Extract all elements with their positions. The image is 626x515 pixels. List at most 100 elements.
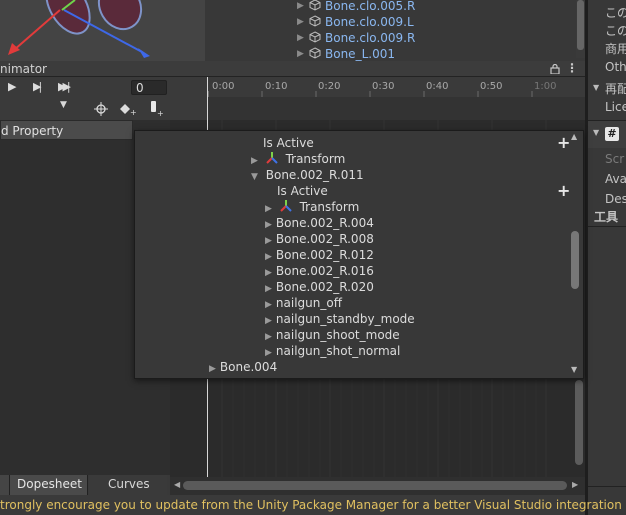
foldout-arrow-icon[interactable]: ▼ <box>593 128 599 137</box>
property-row[interactable]: ▶ Bone.004 <box>209 359 277 375</box>
timeline-ruler[interactable]: 0:00 0:10 0:20 0:30 0:40 0:50 1:00 <box>208 77 585 97</box>
last-key-button-icon[interactable]: ▶▶| <box>58 80 70 93</box>
hierarchy-item-label: Bone.clo.009.L <box>325 15 414 29</box>
property-row[interactable]: ▶ Bone.002_R.016 <box>265 263 374 279</box>
hscroll-thumb[interactable] <box>183 481 567 490</box>
property-label: Bone.004 <box>219 360 278 374</box>
hierarchy-item[interactable]: ▶ Bone_L.001 <box>205 46 585 62</box>
expand-arrow-icon[interactable]: ▶ <box>297 30 304 46</box>
hierarchy-item[interactable]: ▶ Bone.clo.009.L <box>205 14 585 30</box>
inspector-text: Oth <box>605 60 626 74</box>
hierarchy-item[interactable]: ▶ Bone.clo.005.R <box>205 0 585 14</box>
lock-icon[interactable] <box>550 64 560 74</box>
window-title: nimator <box>0 62 47 76</box>
property-label: nailgun_shoot_mode <box>275 328 400 342</box>
expand-arrow-icon[interactable]: ▶ <box>297 46 304 62</box>
frame-input[interactable]: 0 <box>131 80 167 95</box>
property-row[interactable]: Is Active <box>263 135 314 151</box>
property-row[interactable]: ▼ Bone.002_R.011 <box>251 167 364 183</box>
expand-arrow-icon[interactable]: ▶ <box>209 364 216 374</box>
hierarchy-item[interactable]: ▶ Bone.clo.009.R <box>205 30 585 46</box>
expand-arrow-icon[interactable]: ▶ <box>265 332 272 342</box>
gameobject-cube-icon <box>309 31 321 43</box>
property-label: Transform <box>285 152 346 166</box>
property-row[interactable]: ▶ nailgun_shoot_mode <box>265 327 400 343</box>
expand-arrow-icon[interactable]: ▶ <box>297 0 304 14</box>
inspector-text: この <box>605 6 626 20</box>
inspector-section-title: 工具 <box>594 210 619 224</box>
tab-edge <box>0 475 10 495</box>
property-label: Transform <box>299 200 360 214</box>
play-button-icon[interactable]: ▶ <box>8 80 16 93</box>
property-row[interactable]: ▶ Transform <box>265 199 359 215</box>
tab-curves[interactable]: Curves <box>89 475 167 495</box>
window-menu-icon[interactable]: ⋮ <box>566 61 578 76</box>
hierarchy-panel: ▶ Bone.clo.005.R ▶ Bone.clo.009.L ▶ Bone… <box>205 0 585 61</box>
scene-view[interactable] <box>0 0 205 61</box>
hierarchy-item-label: Bone_L.001 <box>325 47 395 61</box>
property-row[interactable]: ▶ Transform <box>251 151 345 167</box>
expand-arrow-icon[interactable]: ▶ <box>265 268 272 278</box>
popup-scrollbar[interactable]: ▲ ▼ <box>568 131 582 378</box>
scroll-down-icon[interactable]: ▼ <box>571 365 577 374</box>
add-property-label: d Property <box>1 124 64 138</box>
scroll-right-icon[interactable]: ▶ <box>572 480 578 489</box>
inspector-text: この <box>605 24 626 38</box>
popup-scroll-thumb[interactable] <box>571 231 579 289</box>
add-property-popup: Is Active + ▶ Transform ▼ Bone.002_R.011… <box>134 130 584 379</box>
keyframe-snap-icon[interactable] <box>94 102 108 116</box>
timeline-hscrollbar[interactable]: ◀ ▶ <box>170 477 585 495</box>
add-property-button[interactable]: d Property <box>0 120 133 140</box>
expand-arrow-icon[interactable]: ▶ <box>265 348 272 358</box>
expand-arrow-icon[interactable]: ▶ <box>297 14 304 30</box>
dopesheet-vscroll-thumb[interactable] <box>575 380 583 465</box>
inspector-panel: この この 商用 Oth ▼ 再配 Lice ▼ # Scr Ava Des 工… <box>585 0 626 515</box>
property-row[interactable]: ▶ nailgun_shot_normal <box>265 343 400 359</box>
add-keyframe-icon[interactable]: + <box>120 102 136 116</box>
expand-arrow-icon[interactable]: ▶ <box>265 316 272 326</box>
inspector-foldout-label[interactable]: 再配 <box>605 80 626 97</box>
event-lane[interactable] <box>208 97 585 120</box>
collapse-arrow-icon[interactable]: ▼ <box>251 172 258 182</box>
expand-arrow-icon[interactable]: ▶ <box>265 236 272 246</box>
expand-arrow-icon[interactable]: ▶ <box>265 300 272 310</box>
property-row[interactable]: ▶ Bone.002_R.008 <box>265 231 374 247</box>
hierarchy-item-label: Bone.clo.009.R <box>325 31 416 45</box>
property-label: Is Active <box>263 136 314 150</box>
inspector-text: Scr <box>605 152 625 166</box>
property-label: nailgun_shot_normal <box>275 344 401 358</box>
next-key-button-icon[interactable]: ▶| <box>33 80 42 93</box>
tab-dopesheet[interactable]: Dopesheet <box>10 475 88 495</box>
expand-arrow-icon[interactable]: ▶ <box>265 284 272 294</box>
animation-window-tab[interactable]: nimator ⋮ <box>0 61 585 77</box>
property-label: Bone.002_R.016 <box>275 264 374 278</box>
x-axis-arrow-icon <box>8 43 20 55</box>
expand-arrow-icon[interactable]: ▶ <box>265 252 272 262</box>
property-row[interactable]: ▶ nailgun_standby_mode <box>265 311 415 327</box>
foldout-arrow-icon[interactable]: ▼ <box>593 83 599 92</box>
add-event-icon[interactable]: + <box>148 100 164 117</box>
scroll-left-icon[interactable]: ◀ <box>174 480 180 489</box>
clip-dropdown[interactable]: ▼ <box>0 98 77 118</box>
scene-gizmo <box>8 0 150 58</box>
property-row[interactable]: ▶ Bone.002_R.004 <box>265 215 374 231</box>
expand-arrow-icon[interactable]: ▶ <box>265 204 272 214</box>
property-row[interactable]: ▶ nailgun_off <box>265 295 342 311</box>
tab-dopesheet-label: Dopesheet <box>17 477 82 491</box>
hierarchy-scrollbar[interactable] <box>576 0 585 58</box>
scroll-up-icon[interactable]: ▲ <box>571 132 577 141</box>
scrollbar-thumb[interactable] <box>577 0 584 50</box>
property-label: Bone.002_R.012 <box>275 248 374 262</box>
gameobject-cube-icon <box>309 0 321 11</box>
property-label: Bone.002_R.008 <box>275 232 374 246</box>
property-row[interactable]: Is Active <box>277 183 328 199</box>
property-row[interactable]: ▶ Bone.002_R.012 <box>265 247 374 263</box>
console-status-bar[interactable]: trongly encourage you to update from the… <box>0 495 622 515</box>
z-axis-arrow-icon <box>138 48 150 58</box>
expand-arrow-icon[interactable]: ▶ <box>265 220 272 230</box>
svg-text:+: + <box>157 109 164 117</box>
property-label: Bone.002_R.011 <box>265 168 364 182</box>
expand-arrow-icon[interactable]: ▶ <box>251 156 258 166</box>
dropdown-arrow-icon: ▼ <box>60 100 67 110</box>
property-row[interactable]: ▶ Bone.002_R.020 <box>265 279 374 295</box>
